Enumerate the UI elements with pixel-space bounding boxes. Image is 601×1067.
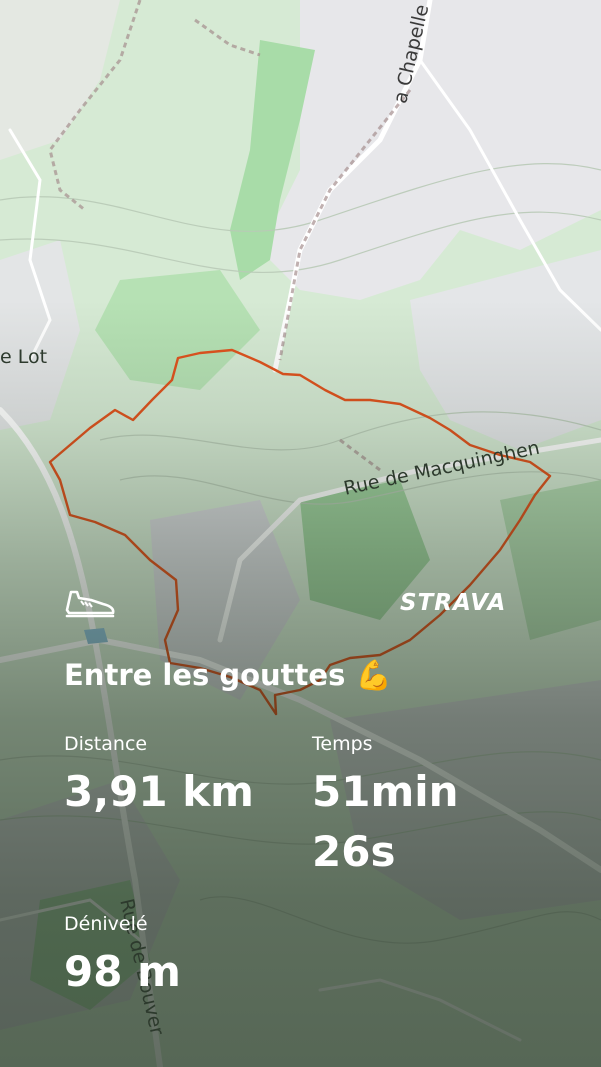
elevation-label: Dénivelé xyxy=(64,913,148,935)
water xyxy=(84,628,108,644)
flexed-biceps-emoji: 💪 xyxy=(355,658,392,692)
strava-logo: STRAVA xyxy=(400,590,507,616)
running-shoe-icon xyxy=(65,590,115,618)
distance-label: Distance xyxy=(64,733,148,755)
activity-title: Entre les gouttes 💪 xyxy=(64,658,392,693)
street-label-le-lot: e Lot xyxy=(0,346,48,368)
activity-title-text: Entre les gouttes xyxy=(64,658,346,692)
map[interactable] xyxy=(0,0,601,1067)
time-value-line1: 51min xyxy=(312,767,459,816)
elevation-value: 98 m xyxy=(64,947,181,996)
time-label: Temps xyxy=(312,733,373,755)
time-value-line2: 26s xyxy=(312,827,396,876)
distance-value: 3,91 km xyxy=(64,767,254,816)
